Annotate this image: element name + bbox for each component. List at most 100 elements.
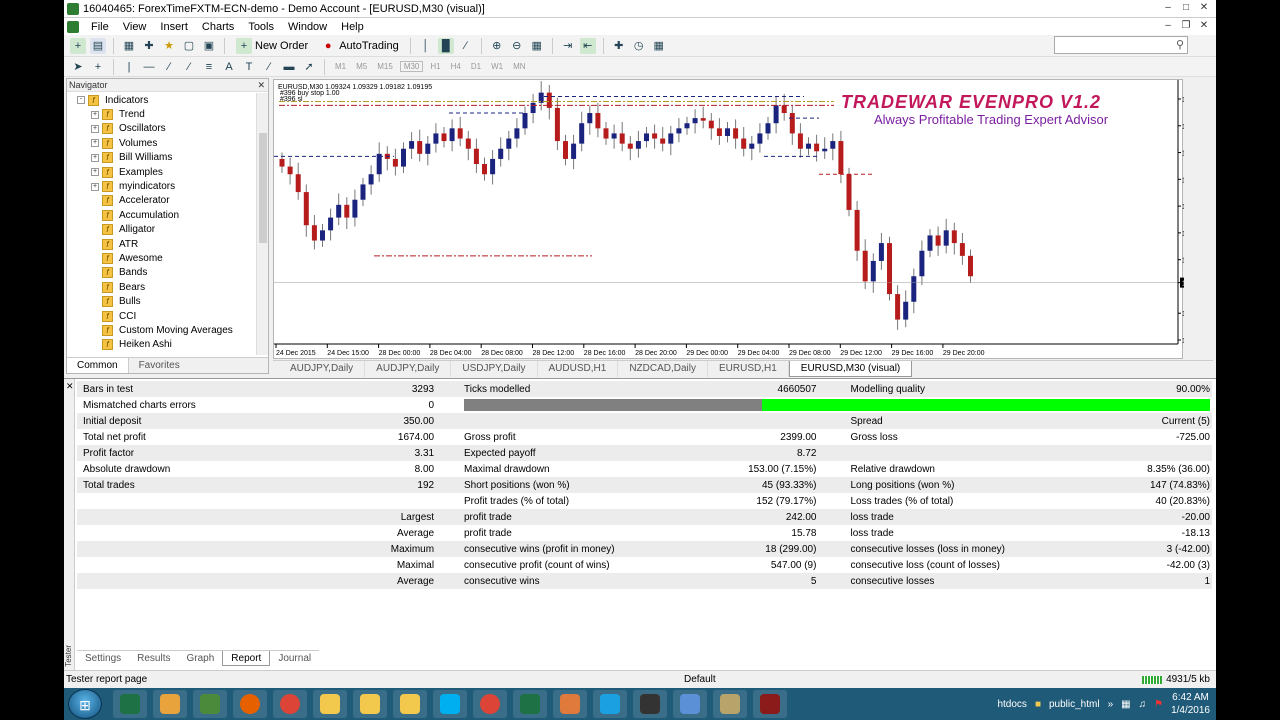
start-button[interactable]: ⊞ xyxy=(68,689,102,719)
taskbar-app[interactable] xyxy=(713,690,747,718)
navigator-item[interactable]: f CCI xyxy=(67,309,257,323)
child-close-button[interactable]: ✕ xyxy=(1196,19,1212,33)
chart-icon[interactable]: ▦ xyxy=(121,38,137,54)
taskbar-app[interactable] xyxy=(233,690,267,718)
taskbar-app[interactable] xyxy=(353,690,387,718)
chart-tab[interactable]: EURUSD,H1 xyxy=(708,361,789,377)
indicators-icon[interactable]: ✚ xyxy=(611,38,627,54)
window-icon[interactable]: ▢ xyxy=(181,38,197,54)
tray-public-html[interactable]: public_html xyxy=(1049,699,1100,710)
maximize-button[interactable]: □ xyxy=(1178,1,1194,15)
taskbar-app[interactable] xyxy=(473,690,507,718)
child-minimize-button[interactable]: – xyxy=(1160,19,1176,33)
timeframe-m1[interactable]: M1 xyxy=(332,62,349,71)
navigator-item[interactable]: - f Indicators xyxy=(67,93,257,107)
navigator-item[interactable]: f ATR xyxy=(67,237,257,251)
tab-journal[interactable]: Journal xyxy=(270,651,319,666)
close-button[interactable]: ✕ xyxy=(1196,1,1212,15)
menu-window[interactable]: Window xyxy=(281,21,334,33)
crosshair-icon[interactable]: + xyxy=(90,59,106,75)
autotrading-button[interactable]: ● AutoTrading xyxy=(316,37,403,55)
chart-tab[interactable]: AUDUSD,H1 xyxy=(538,361,619,377)
taskbar-app[interactable] xyxy=(753,690,787,718)
chart-tab[interactable]: AUDJPY,Daily xyxy=(279,361,366,377)
text-label-icon[interactable]: T xyxy=(241,59,257,75)
menu-view[interactable]: View xyxy=(116,21,154,33)
taskbar-app[interactable] xyxy=(193,690,227,718)
trendline-icon[interactable]: ∕ xyxy=(161,59,177,75)
network-icon[interactable]: ▦ xyxy=(1121,699,1130,710)
expand-icon[interactable]: + xyxy=(91,153,99,162)
navigator-item[interactable]: f Awesome xyxy=(67,251,257,265)
arrows-icon[interactable]: ➚ xyxy=(301,59,317,75)
menu-file[interactable]: File xyxy=(84,21,116,33)
chart-tab[interactable]: AUDJPY,Daily xyxy=(365,361,452,377)
templates-icon[interactable]: ▦ xyxy=(651,38,667,54)
navigator-item[interactable]: f Heiken Ashi xyxy=(67,338,257,352)
taskbar-app[interactable] xyxy=(313,690,347,718)
navigator-item[interactable]: f Bears xyxy=(67,280,257,294)
tab-settings[interactable]: Settings xyxy=(77,651,129,666)
taskbar-app[interactable] xyxy=(153,690,187,718)
expand-icon[interactable]: + xyxy=(91,110,99,119)
tile-windows-icon[interactable]: ▦ xyxy=(529,38,545,54)
navigator-item[interactable]: + f myindicators xyxy=(67,179,257,193)
navigator-item[interactable]: + f Examples xyxy=(67,165,257,179)
flag-icon[interactable]: ⚑ xyxy=(1154,699,1163,710)
price-chart[interactable]: EURUSD,M30 1.09324 1.09329 1.09182 1.091… xyxy=(274,80,1184,360)
menu-charts[interactable]: Charts xyxy=(195,21,241,33)
menu-insert[interactable]: Insert xyxy=(153,21,195,33)
taskbar-app[interactable] xyxy=(633,690,667,718)
autoscroll-icon[interactable]: ⇥ xyxy=(560,38,576,54)
navigator-item[interactable]: f Alligator xyxy=(67,223,257,237)
tab-common[interactable]: Common xyxy=(67,358,129,373)
timeframe-mn[interactable]: MN xyxy=(510,62,528,71)
candlestick-icon[interactable]: █ xyxy=(437,37,454,54)
clock[interactable]: 6:42 AM 1/4/2016 xyxy=(1171,691,1210,717)
timeframe-m30[interactable]: M30 xyxy=(399,61,424,72)
rectangle-icon[interactable]: ▬ xyxy=(281,59,297,75)
favorites-icon[interactable]: ★ xyxy=(161,38,177,54)
taskbar-app[interactable] xyxy=(113,690,147,718)
tray-expand-icon[interactable]: » xyxy=(1108,699,1114,710)
navigator-item[interactable]: f Accumulation xyxy=(67,208,257,222)
navigator-scrollbar[interactable] xyxy=(256,93,268,355)
zoom-in-icon[interactable]: ⊕ xyxy=(489,38,505,54)
navigator-item[interactable]: f Bulls xyxy=(67,294,257,308)
taskbar-app[interactable] xyxy=(393,690,427,718)
cursor-icon[interactable]: ➤ xyxy=(70,59,86,75)
periods-icon[interactable]: ◷ xyxy=(631,38,647,54)
zoom-window-icon[interactable]: ▣ xyxy=(201,38,217,54)
zoom-out-icon[interactable]: ⊖ xyxy=(509,38,525,54)
chart-tab[interactable]: NZDCAD,Daily xyxy=(618,361,708,377)
line-chart-icon[interactable]: ∕ xyxy=(458,38,474,54)
bar-chart-icon[interactable]: │ xyxy=(418,38,434,54)
channel-icon[interactable]: ⁄ xyxy=(181,59,197,75)
chart-window[interactable]: EURUSD,M30 1.09324 1.09329 1.09182 1.091… xyxy=(273,79,1184,360)
taskbar-app[interactable] xyxy=(593,690,627,718)
timeframe-h1[interactable]: H1 xyxy=(427,62,443,71)
chart-shift-icon[interactable]: ⇤ xyxy=(579,37,596,54)
navigator-item[interactable]: + f Bill Williams xyxy=(67,151,257,165)
menu-tools[interactable]: Tools xyxy=(241,21,281,33)
timeframe-m5[interactable]: M5 xyxy=(353,62,370,71)
expand-icon[interactable]: + xyxy=(91,139,99,148)
taskbar-app[interactable] xyxy=(553,690,587,718)
new-order-button[interactable]: + New Order xyxy=(232,37,312,55)
expand-icon[interactable]: + xyxy=(91,182,99,191)
minimize-button[interactable]: – xyxy=(1160,1,1176,15)
collapse-icon[interactable]: - xyxy=(77,96,85,105)
tester-close-icon[interactable]: ✕ xyxy=(66,381,74,392)
new-chart-icon[interactable]: + xyxy=(70,37,86,54)
child-restore-button[interactable]: ❐ xyxy=(1178,19,1194,33)
navigator-close-icon[interactable]: ✕ xyxy=(257,79,265,92)
taskbar-app[interactable] xyxy=(433,690,467,718)
fibonacci-icon[interactable]: ≡ xyxy=(201,59,217,75)
search-icon[interactable]: ⚲ xyxy=(1176,38,1184,51)
taskbar-app[interactable] xyxy=(673,690,707,718)
volume-icon[interactable]: ♫ xyxy=(1139,699,1147,710)
tab-report[interactable]: Report xyxy=(222,651,271,666)
timeframe-m15[interactable]: M15 xyxy=(374,62,396,71)
expand-icon[interactable]: + xyxy=(91,124,99,133)
search-input[interactable]: ⚲ xyxy=(1054,36,1188,54)
